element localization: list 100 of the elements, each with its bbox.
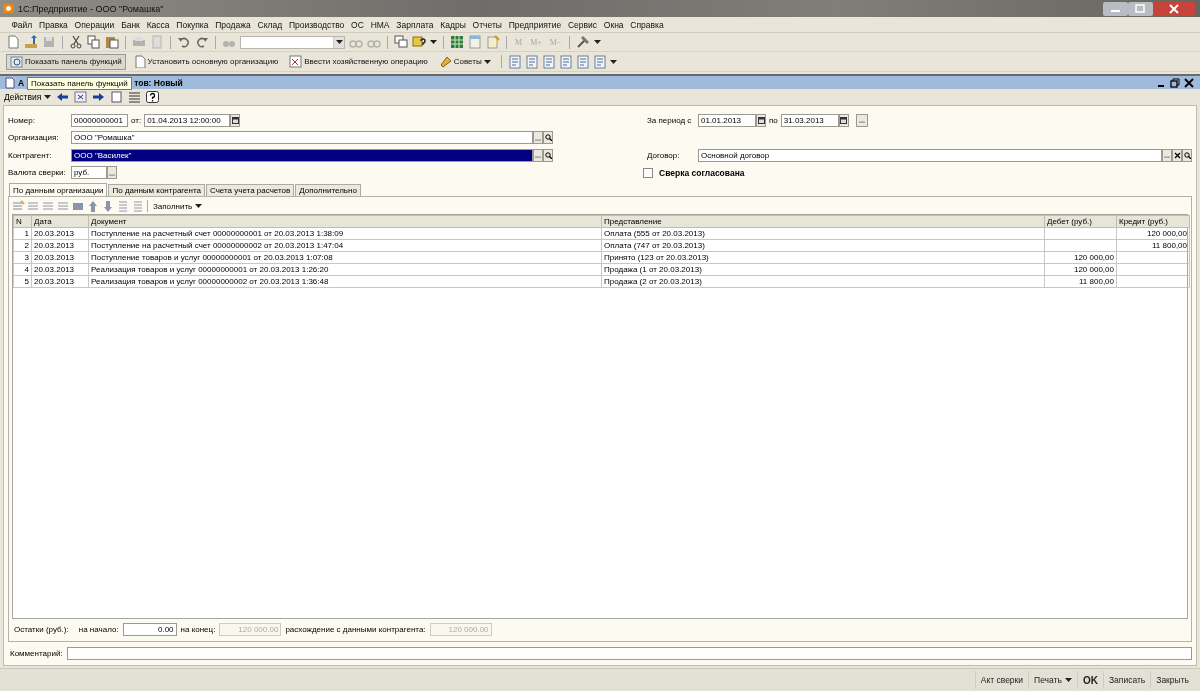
menu-item[interactable]: НМА [367, 19, 393, 30]
column-header[interactable]: Документ [88, 215, 602, 228]
windows-icon[interactable] [394, 35, 408, 49]
footer-button[interactable]: Записать [1102, 671, 1151, 689]
tab[interactable]: По данным организации [9, 183, 108, 196]
menu-item[interactable]: Кадры [436, 19, 470, 30]
menu-item[interactable]: Операции [71, 19, 118, 30]
menu-item[interactable]: Файл [8, 19, 36, 30]
menu-item[interactable]: Продажа [211, 19, 255, 30]
list-icon[interactable] [27, 199, 40, 213]
menu-item[interactable]: Банк [117, 19, 144, 30]
document-icon[interactable] [507, 54, 522, 69]
printer-icon[interactable] [132, 35, 146, 49]
search-button[interactable] [543, 131, 553, 145]
select-button[interactable] [107, 166, 117, 180]
arrow-right-icon[interactable] [92, 91, 106, 103]
footer-button[interactable]: Акт сверки [974, 671, 1029, 689]
help-icon[interactable] [146, 91, 160, 103]
menu-item[interactable]: Справка [626, 19, 668, 30]
hammer-icon[interactable] [576, 35, 591, 49]
calendar-button[interactable] [230, 113, 241, 127]
menu-item[interactable]: Склад [254, 19, 286, 30]
text-field[interactable]: 31.03.2013 [780, 113, 839, 127]
restore-icon[interactable] [1170, 77, 1180, 88]
menu-item[interactable]: Производство [285, 19, 348, 30]
menu-item[interactable]: Покупка [172, 19, 212, 30]
notepad-icon[interactable] [486, 35, 500, 49]
list-icon[interactable] [57, 199, 70, 213]
tab[interactable]: По данным контрагента [108, 184, 205, 196]
menu-item[interactable]: ОС [347, 19, 368, 30]
menu-item[interactable]: Касса [143, 19, 173, 30]
tab[interactable]: Счета учета расчетов [205, 184, 295, 196]
list-plus-icon[interactable] [12, 199, 25, 213]
clear-button[interactable] [1172, 148, 1182, 162]
magnifier-icon [10, 55, 23, 68]
footer-button[interactable]: Печать [1028, 671, 1077, 689]
document-icon[interactable] [558, 54, 573, 69]
comment-field[interactable] [66, 646, 1192, 660]
arrow-up-icon[interactable] [87, 199, 100, 213]
arrow-left-icon[interactable] [56, 91, 70, 103]
calendar-button[interactable] [838, 113, 849, 127]
toolbar-button[interactable]: Показать панель функций [6, 53, 126, 70]
toolbar-button[interactable]: Советы [434, 53, 495, 70]
help-icon[interactable] [412, 35, 426, 49]
document-icon[interactable] [524, 54, 539, 69]
arrow-up-icon[interactable] [24, 35, 38, 49]
copy-icon[interactable] [87, 35, 101, 49]
minimize-icon[interactable] [1103, 1, 1128, 16]
table-cell: 120 000,00 [1116, 227, 1190, 240]
document-icon[interactable] [575, 54, 590, 69]
redo-icon[interactable] [195, 35, 209, 49]
calculator-icon[interactable] [450, 35, 464, 49]
fill-button[interactable]: Заполнить [150, 201, 206, 211]
menu-item[interactable]: Правка [35, 19, 72, 30]
new-document-icon[interactable] [6, 35, 20, 49]
text-field[interactable]: ООО "Василек" [71, 148, 533, 162]
calendar-button[interactable] [756, 113, 766, 127]
tab[interactable]: Дополнительно [295, 184, 361, 196]
list-icon[interactable] [42, 199, 55, 213]
select-button[interactable] [855, 113, 868, 127]
text-field[interactable]: 00000000001 [71, 113, 128, 127]
text-field[interactable]: 01.01.2013 [698, 113, 756, 127]
toolbar-button[interactable]: Установить основную организацию [128, 53, 283, 70]
column-header[interactable]: Дата [31, 215, 89, 228]
menu-item[interactable]: Окна [600, 19, 627, 30]
restore-icon[interactable] [1128, 1, 1153, 16]
menu-item[interactable]: Отчеты [469, 19, 506, 30]
menu-item[interactable]: Сервис [564, 19, 601, 30]
menu-item[interactable]: Предприятие [505, 19, 565, 30]
search-button[interactable] [543, 148, 553, 162]
text-field[interactable]: 0.00 [122, 622, 177, 636]
search-button[interactable] [1182, 148, 1192, 162]
document-icon[interactable] [541, 54, 556, 69]
footer-button[interactable]: OK [1076, 671, 1103, 689]
paste-icon[interactable] [105, 35, 119, 49]
sort-icon[interactable] [117, 199, 130, 213]
column-header[interactable]: Кредит (руб.) [1116, 215, 1190, 228]
text-field[interactable]: Основной договор [698, 148, 1162, 162]
document-icon[interactable] [110, 91, 124, 103]
document-icon[interactable] [592, 54, 607, 69]
column-header[interactable]: N [13, 215, 32, 228]
sort-icon[interactable] [132, 199, 145, 213]
close-icon[interactable] [1153, 1, 1195, 16]
scissors-icon[interactable] [69, 35, 83, 49]
toolbar-button[interactable]: Ввести хозяйственную операцию [285, 53, 432, 70]
menu-item[interactable]: Зарплата [392, 19, 437, 30]
arrow-down-icon[interactable] [102, 199, 115, 213]
column-header[interactable]: Представление [601, 215, 1045, 228]
text-field[interactable]: руб. [71, 166, 107, 180]
undo-icon[interactable] [177, 35, 191, 49]
column-header[interactable]: Дебет (руб.) [1044, 215, 1117, 228]
calendar-icon[interactable] [468, 35, 482, 49]
text-field[interactable]: 01.04.2013 12:00:00 [144, 113, 231, 127]
text-field[interactable]: ООО "Ромашка" [71, 131, 533, 145]
footer-button[interactable]: Закрыть [1150, 671, 1194, 689]
search-icon [544, 134, 552, 142]
close-icon[interactable] [1184, 77, 1194, 88]
actions-menu[interactable]: Действия [4, 92, 52, 102]
search-field[interactable] [240, 35, 345, 49]
checkbox[interactable] [643, 167, 653, 178]
